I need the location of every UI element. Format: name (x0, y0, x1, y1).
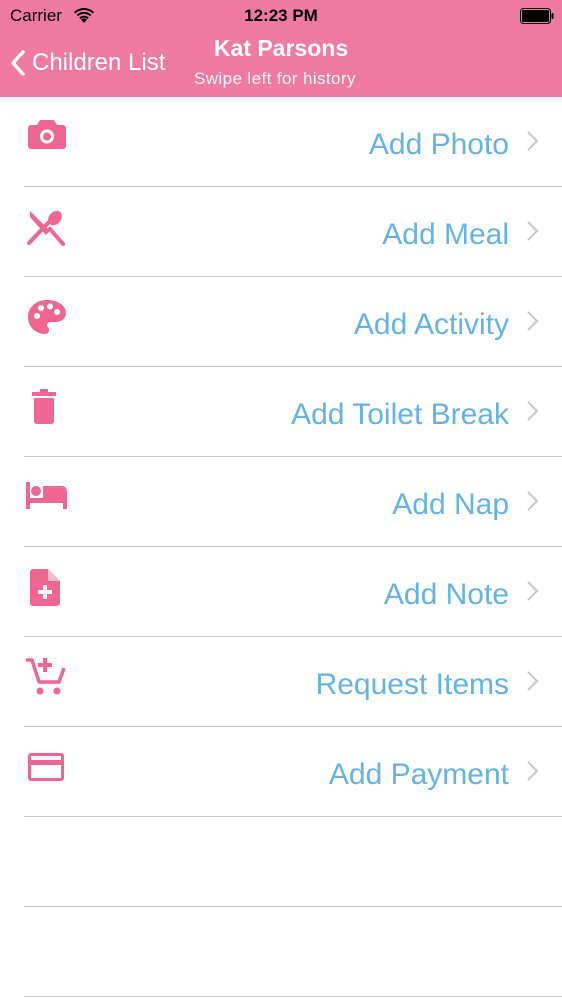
add-meal-row[interactable]: Add Meal (0, 187, 562, 277)
empty-row (0, 907, 562, 997)
chevron-right-icon (527, 401, 539, 421)
action-list: Add Photo Add Meal Add Activity Add Toil… (0, 97, 562, 997)
add-toilet-break-row[interactable]: Add Toilet Break (0, 367, 562, 457)
chevron-right-icon (527, 671, 539, 691)
add-note-row[interactable]: Add Note (0, 547, 562, 637)
add-payment-label: Add Payment (328, 758, 509, 791)
chevron-right-icon (527, 761, 539, 781)
chevron-right-icon (527, 131, 539, 151)
navigation-header: Carrier 12:23 PM Children List Kat Parso… (0, 0, 562, 97)
bed-icon (26, 482, 67, 509)
add-nap-row[interactable]: Add Nap (0, 457, 562, 547)
add-meal-label: Add Meal (382, 218, 509, 251)
camera-icon (28, 120, 66, 149)
request-items-label: Request Items (315, 668, 509, 701)
palette-icon (28, 300, 66, 334)
add-photo-label: Add Photo (368, 128, 509, 161)
add-payment-row[interactable]: Add Payment (0, 727, 562, 817)
status-bar: Carrier 12:23 PM (0, 0, 562, 32)
add-nap-label: Add Nap (392, 488, 509, 521)
empty-row (0, 817, 562, 907)
note-add-icon (30, 569, 60, 606)
chevron-right-icon (527, 581, 539, 601)
utensils-icon (27, 210, 65, 246)
add-activity-row[interactable]: Add Activity (0, 277, 562, 367)
add-activity-label: Add Activity (353, 308, 509, 341)
status-time: 12:23 PM (244, 6, 318, 25)
page-title: Kat Parsons (213, 35, 349, 61)
cart-add-icon (26, 658, 66, 695)
add-note-label: Add Note (383, 578, 509, 611)
battery-icon (520, 8, 554, 24)
page-subtitle: Swipe left for history (194, 69, 356, 88)
chevron-right-icon (527, 221, 539, 241)
request-items-row[interactable]: Request Items (0, 637, 562, 727)
add-toilet-break-label: Add Toilet Break (291, 398, 509, 431)
chevron-right-icon (527, 491, 539, 511)
trash-can-icon (32, 389, 56, 424)
add-photo-row[interactable]: Add Photo (0, 97, 562, 187)
chevron-right-icon (527, 311, 539, 331)
credit-card-icon (28, 753, 64, 781)
